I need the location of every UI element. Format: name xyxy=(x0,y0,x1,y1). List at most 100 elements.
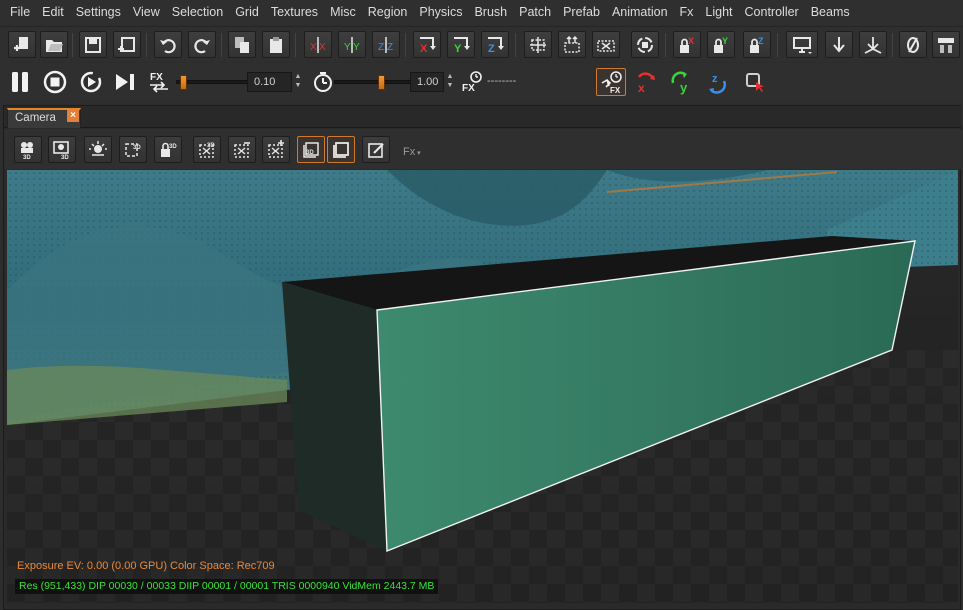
deselect-button[interactable] xyxy=(228,136,256,163)
undo-button[interactable] xyxy=(154,31,182,58)
svg-text:X: X xyxy=(319,42,326,53)
menu-fx[interactable]: Fx xyxy=(674,0,700,25)
time-scale-spinner[interactable]: ▲ ▼ xyxy=(293,72,303,92)
frame-3d-button[interactable]: 3D xyxy=(119,136,147,163)
lock-3d-button[interactable]: 3D xyxy=(154,136,182,163)
drop-button[interactable] xyxy=(825,31,853,58)
camera-3d-button[interactable]: 3D xyxy=(14,136,42,163)
flip-y-button[interactable]: YY xyxy=(338,31,366,58)
lock-z-button[interactable]: Z xyxy=(743,31,771,58)
lock-x-button[interactable]: X xyxy=(673,31,701,58)
csg-subtract-button[interactable] xyxy=(592,31,620,58)
film-camera-3d-button[interactable]: 3D xyxy=(48,136,76,163)
rotate-axis-x-button[interactable]: x xyxy=(631,68,661,96)
fx-run-button[interactable]: FX xyxy=(596,68,626,96)
save-button[interactable] xyxy=(79,31,107,58)
tab-camera[interactable]: Camera × xyxy=(7,108,81,128)
flip-x-button[interactable]: XX xyxy=(304,31,332,58)
monitor-dropdown-button[interactable] xyxy=(786,31,818,58)
view-3d-toggle[interactable]: 3D xyxy=(297,136,325,163)
flip-x-icon: XX xyxy=(310,36,326,53)
open-icon xyxy=(46,39,63,52)
menu-misc[interactable]: Misc xyxy=(324,0,362,25)
menu-patch[interactable]: Patch xyxy=(513,0,557,25)
svg-text:3D: 3D xyxy=(61,155,69,160)
rotate-y-button[interactable]: Y xyxy=(447,31,475,58)
menu-beams[interactable]: Beams xyxy=(805,0,856,25)
menu-grid[interactable]: Grid xyxy=(229,0,265,25)
undo-icon xyxy=(160,38,176,53)
lock-y-icon: Y xyxy=(714,36,728,53)
save-icon xyxy=(85,36,101,53)
rotate-axis-y-button[interactable]: y xyxy=(666,68,696,96)
menu-physics[interactable]: Physics xyxy=(413,0,468,25)
step-play-icon xyxy=(80,71,102,93)
edit-button[interactable] xyxy=(362,136,390,163)
menu-animation[interactable]: Animation xyxy=(606,0,674,25)
new-icon xyxy=(14,36,28,51)
csg-merge-button[interactable] xyxy=(524,31,552,58)
speed-slider-handle[interactable] xyxy=(378,75,385,90)
scene-render xyxy=(7,170,958,603)
drop-multiple-button[interactable] xyxy=(859,31,887,58)
copy-button[interactable] xyxy=(228,31,256,58)
flip-z-icon: ZZ xyxy=(378,36,393,53)
properties-button[interactable] xyxy=(932,31,960,58)
menu-light[interactable]: Light xyxy=(699,0,738,25)
stop-button[interactable] xyxy=(41,68,69,96)
menu-prefab[interactable]: Prefab xyxy=(557,0,606,25)
rotate-z-button[interactable]: Z xyxy=(481,31,509,58)
camera-viewport[interactable]: Exposure EV: 0.00 (0.00 GPU) Color Space… xyxy=(7,170,958,603)
speed-input[interactable]: 1.00 xyxy=(410,72,444,92)
time-scale-slider[interactable] xyxy=(176,75,248,90)
view-frame-toggle[interactable] xyxy=(327,136,355,163)
light-button[interactable] xyxy=(84,136,112,163)
open-button[interactable] xyxy=(40,31,68,58)
time-scale-slider-handle[interactable] xyxy=(180,75,187,90)
close-icon[interactable]: × xyxy=(67,110,79,122)
fx-time-button[interactable]: FX xyxy=(145,68,173,96)
menu-file[interactable]: File xyxy=(4,0,36,25)
main-toolbar: XX YY ZZ X Y Z X Y Z xyxy=(0,26,963,62)
lock-3d-icon: 3D xyxy=(161,142,177,157)
menu-settings[interactable]: Settings xyxy=(70,0,127,25)
new-button[interactable] xyxy=(8,31,36,58)
menu-selection[interactable]: Selection xyxy=(166,0,229,25)
paste-button[interactable] xyxy=(262,31,290,58)
add-select-button[interactable] xyxy=(262,136,290,163)
toolbar-separator xyxy=(777,33,778,57)
csg-split-button[interactable] xyxy=(558,31,586,58)
menu-edit[interactable]: Edit xyxy=(36,0,70,25)
speed-slider[interactable] xyxy=(334,75,412,90)
cursor-dropdown-button[interactable] xyxy=(740,68,770,96)
select-3d-button[interactable]: 3D xyxy=(193,136,221,163)
speed-spinner[interactable]: ▲ ▼ xyxy=(445,72,455,92)
menu-brush[interactable]: Brush xyxy=(468,0,513,25)
redo-button[interactable] xyxy=(188,31,216,58)
rotate-axis-z-button[interactable]: z xyxy=(702,68,732,96)
add-select-icon xyxy=(268,139,284,158)
toolbar-separator xyxy=(146,33,147,57)
menu-view[interactable]: View xyxy=(127,0,166,25)
panel-tabbar: Camera × xyxy=(4,106,961,128)
edit-icon xyxy=(368,142,384,158)
lock-y-button[interactable]: Y xyxy=(707,31,735,58)
time-scale-input[interactable]: 0.10 xyxy=(247,72,292,92)
cycle-button[interactable] xyxy=(631,31,659,58)
null-button[interactable] xyxy=(899,31,927,58)
step-play-button[interactable] xyxy=(77,68,105,96)
menu-controller[interactable]: Controller xyxy=(739,0,805,25)
pause-button[interactable] xyxy=(6,68,34,96)
play-button[interactable] xyxy=(111,68,139,96)
play-icon xyxy=(116,74,134,90)
menu-textures[interactable]: Textures xyxy=(265,0,324,25)
camera-toolbar: 3D 3D 3D 3D 3D 3D Fx ▾ xyxy=(4,129,961,169)
drop-multiple-icon xyxy=(864,36,882,54)
save-as-button[interactable] xyxy=(113,31,141,58)
fx-dropdown[interactable]: Fx ▾ xyxy=(403,146,421,158)
menu-region[interactable]: Region xyxy=(362,0,414,25)
fx-timer-button[interactable]: FX xyxy=(458,68,486,96)
rotate-x-button[interactable]: X xyxy=(413,31,441,58)
stop-icon xyxy=(43,70,67,94)
flip-z-button[interactable]: ZZ xyxy=(372,31,400,58)
